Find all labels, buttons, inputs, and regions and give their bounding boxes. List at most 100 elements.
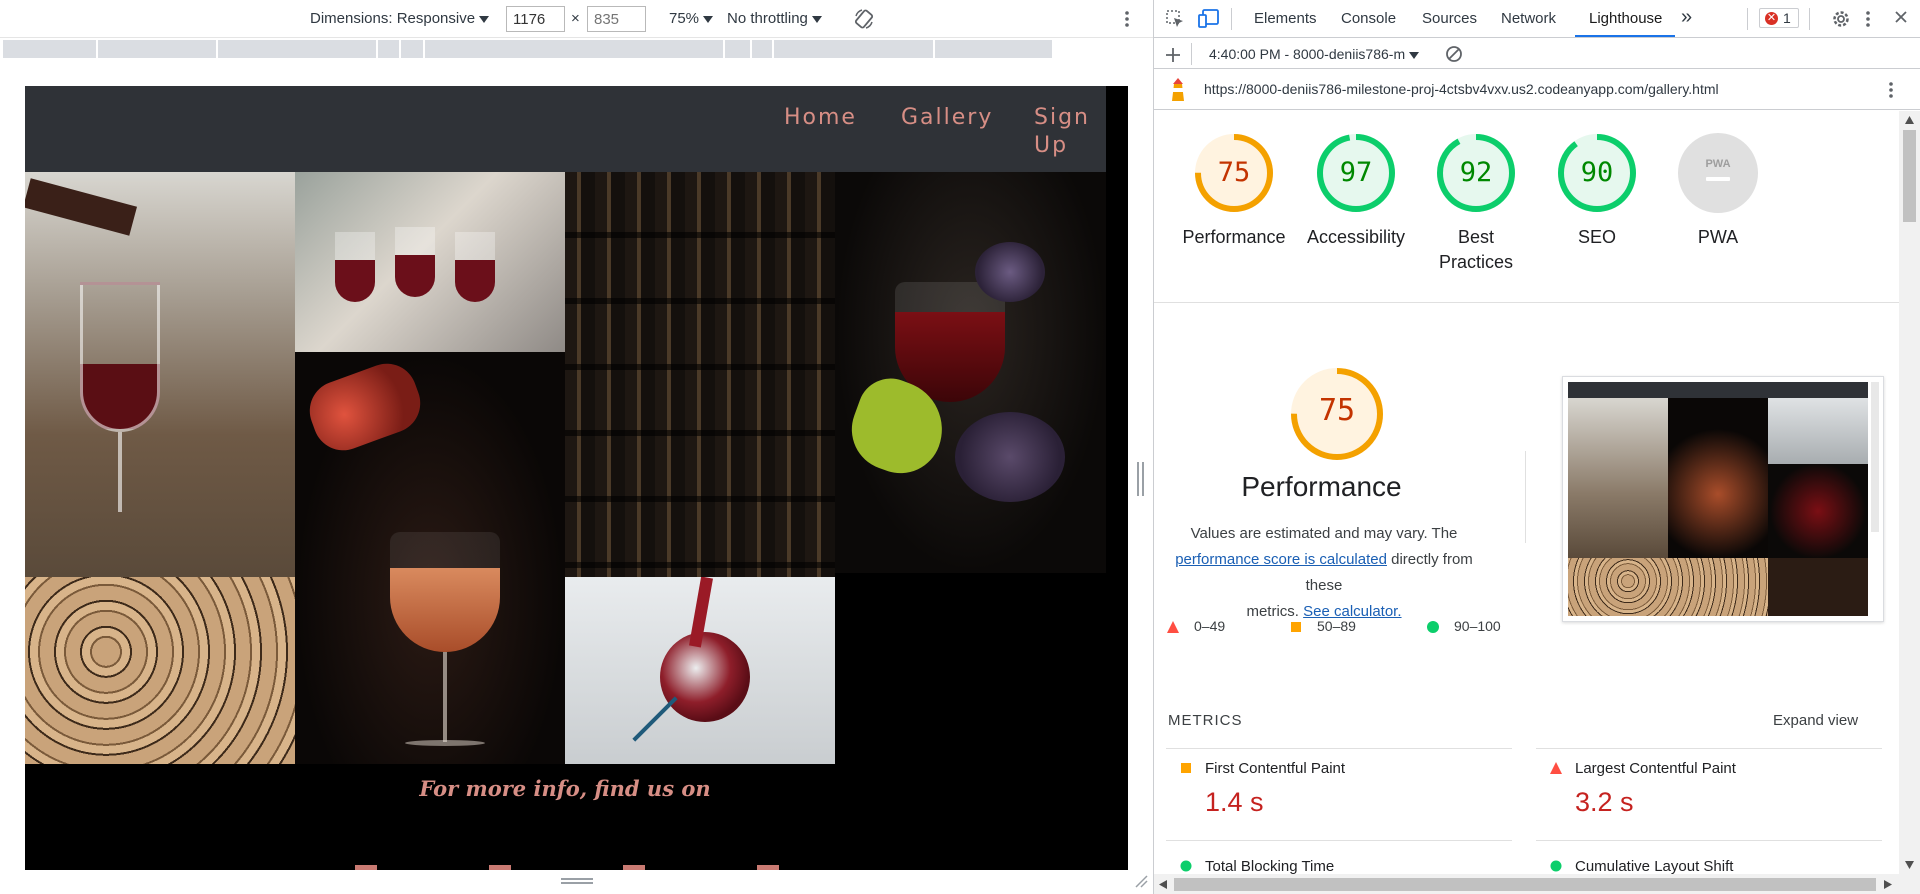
triangle-icon (1550, 762, 1562, 774)
circle-icon (1550, 860, 1562, 872)
corner-resize-icon[interactable] (1134, 874, 1148, 888)
pwa-badge-icon: PWA (1705, 158, 1730, 170)
lighthouse-toolbar: 4:40:00 PM - 8000-deniis786-m (1154, 39, 1920, 69)
chevron-down-icon (479, 15, 490, 23)
horizontal-scrollbar[interactable] (1154, 874, 1920, 894)
metrics-heading: METRICS (1168, 712, 1243, 729)
gauge-ring: PWA (1678, 133, 1758, 213)
gauge-performance[interactable]: 75 (1194, 133, 1274, 213)
metric-label: Total Blocking Time (1205, 858, 1335, 874)
final-screenshot[interactable] (1562, 376, 1884, 622)
horizontal-scroll-thumb[interactable] (1174, 878, 1876, 891)
scroll-up-icon[interactable] (1905, 116, 1914, 124)
close-icon[interactable] (1894, 10, 1908, 24)
device-emulation-pane: Dimensions: Responsive × 75% No throttli… (0, 0, 1153, 894)
tab-network[interactable]: Network (1501, 10, 1556, 27)
lighthouse-logo-icon (1172, 78, 1184, 101)
lighthouse-report: 75 Performance 97 Accessibility 92 Best Practi… (1154, 111, 1899, 874)
metric-label: First Contentful Paint (1205, 760, 1346, 777)
devtools-menu-icon[interactable] (1865, 10, 1871, 28)
dimensions-label: Dimensions: Responsive (310, 10, 476, 27)
dimensions-select[interactable]: Dimensions: Responsive (310, 10, 490, 27)
gallery-photo-grapes (835, 172, 1106, 573)
error-count-badge[interactable]: ✕ 1 (1759, 8, 1799, 28)
metric-label: Cumulative Layout Shift (1575, 858, 1734, 874)
zoom-label: 75% (669, 10, 700, 27)
performance-title: Performance (1241, 471, 1402, 502)
side-resize-handle[interactable] (1137, 462, 1145, 496)
gallery-photo-wine-pour (25, 172, 295, 577)
facebook-icon[interactable] (355, 865, 377, 870)
nav-home-link[interactable]: Home (784, 104, 857, 132)
twitter-icon[interactable] (489, 865, 511, 870)
nav-signup-line-1: Sign (1034, 105, 1090, 130)
inspect-element-icon[interactable] (1165, 9, 1185, 29)
active-tab-indicator (1575, 35, 1675, 37)
legend-range: 90–100 (1454, 618, 1501, 634)
throttling-select[interactable]: No throttling (727, 10, 822, 27)
width-input[interactable] (506, 6, 565, 32)
report-select[interactable]: 4:40:00 PM - 8000-deniis786-m (1209, 46, 1420, 62)
gauge-best[interactable]: 92 (1436, 133, 1516, 213)
media-query-ruler[interactable] (3, 40, 1052, 58)
gauge-seo[interactable]: 90 (1557, 133, 1637, 213)
gauge-accessibility[interactable]: 97 (1316, 133, 1396, 213)
plus-icon[interactable] (1165, 47, 1181, 63)
metric-separator (1166, 748, 1512, 749)
gallery-photo-swirl (565, 577, 835, 764)
error-count: 1 (1783, 10, 1791, 26)
gauge-score: 92 (1459, 157, 1493, 188)
metric-label: Largest Contentful Paint (1575, 760, 1736, 777)
gallery-photo-corks (25, 577, 295, 764)
settings-gear-icon[interactable] (1831, 9, 1851, 29)
gauge-pwa[interactable]: PWA (1678, 133, 1758, 213)
device-toolbar-icon[interactable] (1198, 9, 1220, 29)
gauge-score: 90 (1580, 157, 1614, 188)
screenshot-image (1568, 382, 1868, 616)
tab-lighthouse[interactable]: Lighthouse (1589, 10, 1662, 27)
circle-icon (1180, 860, 1192, 872)
clear-report-icon[interactable] (1445, 45, 1463, 63)
scroll-left-icon[interactable] (1159, 880, 1167, 889)
tab-sources[interactable]: Sources (1422, 10, 1477, 27)
metric-separator (1536, 840, 1882, 841)
youtube-icon[interactable] (623, 865, 645, 870)
height-input[interactable] (587, 6, 646, 32)
footer-tagline: For more info, find us on (419, 776, 711, 801)
more-tabs-icon[interactable]: » (1681, 6, 1692, 29)
expand-view-toggle[interactable]: Expand view (1773, 712, 1858, 729)
report-time: 4:40:00 PM - 8000-deniis786-m (1209, 46, 1406, 62)
scroll-down-icon[interactable] (1905, 861, 1914, 869)
more-options-icon[interactable] (1124, 10, 1130, 28)
bottom-resize-handle[interactable] (561, 878, 593, 886)
instagram-icon[interactable] (757, 865, 779, 870)
tab-console[interactable]: Console (1341, 10, 1396, 27)
zoom-select[interactable]: 75% (669, 10, 714, 27)
square-icon (1291, 622, 1301, 632)
vertical-scrollbar[interactable] (1899, 111, 1920, 874)
devtools-panel: Elements Console Sources Network Lightho… (1154, 0, 1920, 894)
chevron-down-icon (811, 15, 822, 23)
rotate-icon[interactable] (853, 8, 875, 30)
chevron-down-icon (703, 15, 714, 23)
report-menu-icon[interactable] (1888, 81, 1894, 99)
performance-description: Values are estimated and may vary. The p… (1164, 521, 1484, 625)
score-calculated-link[interactable]: performance score is calculated (1175, 551, 1387, 568)
triangle-icon (1167, 621, 1179, 633)
legend-range: 0–49 (1194, 618, 1226, 634)
metric-separator (1166, 840, 1512, 841)
devtools-tabbar: Elements Console Sources Network Lightho… (1154, 0, 1920, 38)
nav-signup-link[interactable]: Sign Up (1034, 104, 1090, 160)
device-toolbar: Dimensions: Responsive × 75% No throttli… (0, 0, 1153, 38)
gauge-divider (1154, 302, 1899, 303)
scroll-right-icon[interactable] (1884, 880, 1892, 889)
gauge-label: Accessibility (1306, 227, 1406, 247)
gallery-photo-toast (295, 172, 565, 352)
gauge-label: Best Practices (1438, 227, 1514, 272)
nav-gallery-link[interactable]: Gallery (901, 104, 993, 132)
throttling-label: No throttling (727, 10, 808, 27)
performance-detail-gauge: 75 (1290, 367, 1384, 461)
report-url[interactable]: https://8000-deniis786-milestone-proj-4c… (1204, 81, 1719, 97)
vertical-scroll-thumb[interactable] (1903, 130, 1916, 222)
tab-elements[interactable]: Elements (1254, 10, 1317, 27)
